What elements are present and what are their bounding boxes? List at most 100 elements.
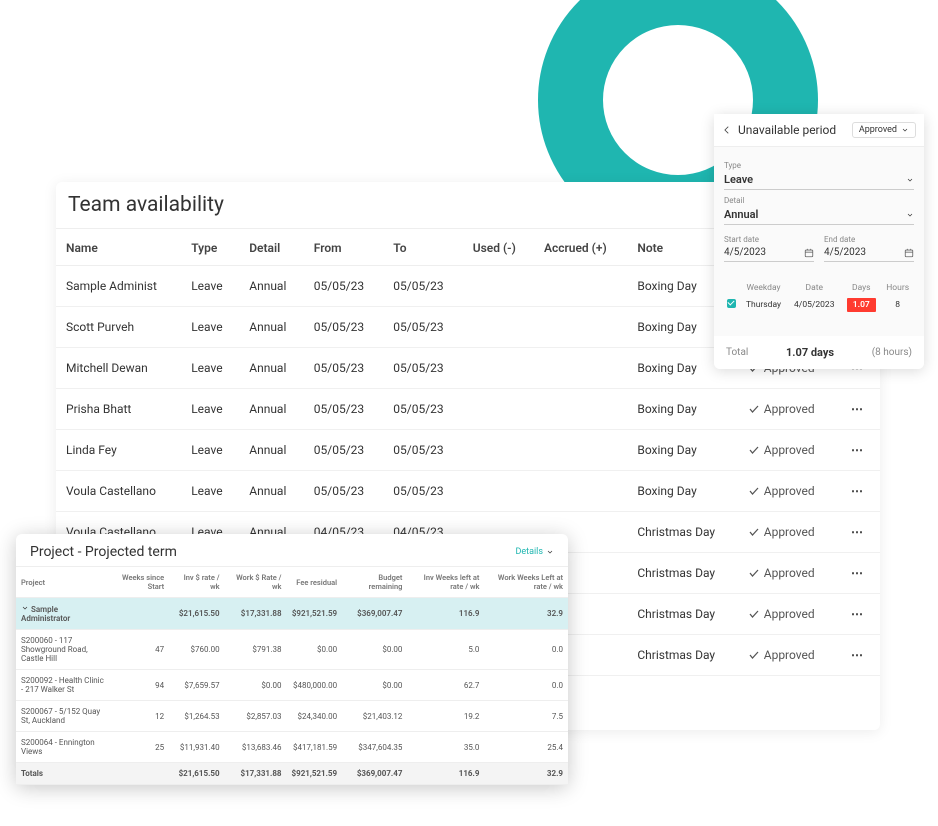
cell: $7,659.57 <box>169 670 224 701</box>
table-row: S200067 - 5/152 Quay St, Auckland12$1,26… <box>16 701 568 732</box>
type-value: Leave <box>724 173 753 186</box>
status-label: Approved <box>859 125 897 135</box>
cell: $0.00 <box>342 670 407 701</box>
cell <box>534 266 627 307</box>
end-date-input[interactable]: 4/5/2023 <box>824 244 914 262</box>
cell: Sample Administ <box>56 266 181 307</box>
cell <box>463 307 534 348</box>
cell: $13,683.46 <box>225 732 287 763</box>
start-date-input[interactable]: 4/5/2023 <box>724 244 814 262</box>
cell: 116.9 <box>407 763 484 785</box>
row-menu-button[interactable]: ⋯ <box>836 594 880 635</box>
cell: 05/05/23 <box>304 348 383 389</box>
cell: $480,000.00 <box>287 670 343 701</box>
chevron-down-icon <box>546 548 554 556</box>
avail-col: Detail <box>239 229 304 266</box>
row-days: 1.07 <box>847 298 876 312</box>
total-days: 1.07 days <box>786 346 834 359</box>
cell: $11,931.40 <box>169 732 224 763</box>
back-icon[interactable] <box>722 125 732 135</box>
cell: Prisha Bhatt <box>56 389 181 430</box>
row-menu-button[interactable]: ⋯ <box>836 471 880 512</box>
row-hours: 8 <box>881 296 914 314</box>
cell: $417,181.59 <box>287 732 343 763</box>
chevron-down-icon <box>901 126 909 134</box>
check-icon <box>748 403 760 415</box>
table-row[interactable]: Voula CastellanoLeaveAnnual05/05/2305/05… <box>56 471 880 512</box>
cell: $791.38 <box>225 630 287 670</box>
cell: Leave <box>181 389 239 430</box>
detail-select[interactable]: Annual <box>724 205 914 225</box>
cell <box>463 266 534 307</box>
cell: $24,340.00 <box>287 701 343 732</box>
cell: Annual <box>239 348 304 389</box>
cell: 05/05/23 <box>304 266 383 307</box>
cell <box>463 389 534 430</box>
status-dropdown[interactable]: Approved <box>852 122 916 138</box>
cell: 05/05/23 <box>383 430 462 471</box>
end-date-value: 4/5/2023 <box>824 247 866 258</box>
table-row: Totals$21,615.50$17,331.88$921,521.59$36… <box>16 763 568 785</box>
cell: Annual <box>239 266 304 307</box>
cell: 116.9 <box>407 598 484 630</box>
status-cell: Approved <box>738 594 836 635</box>
cell: 12 <box>110 701 169 732</box>
cell: 05/05/23 <box>383 307 462 348</box>
check-icon <box>748 608 760 620</box>
cell <box>534 348 627 389</box>
cell: $0.00 <box>342 630 407 670</box>
row-menu-button[interactable]: ⋯ <box>836 635 880 676</box>
cell: Boxing Day <box>627 471 737 512</box>
projected-header: Project - Projected term Details <box>16 534 568 566</box>
details-dropdown[interactable]: Details <box>515 547 554 557</box>
cell: Christmas Day <box>627 635 737 676</box>
cell: 32.9 <box>484 763 568 785</box>
row-date: 4/05/2023 <box>787 296 841 314</box>
cell: 05/05/23 <box>304 389 383 430</box>
total-label: Total <box>726 347 748 358</box>
table-row[interactable]: Linda FeyLeaveAnnual05/05/2305/05/23Boxi… <box>56 430 880 471</box>
chevron-down-icon[interactable] <box>21 604 29 612</box>
proj-col: Inv Weeks left at rate / wk <box>407 567 484 598</box>
table-row[interactable]: Prisha BhattLeaveAnnual05/05/2305/05/23B… <box>56 389 880 430</box>
cell: $347,604.35 <box>342 732 407 763</box>
cell: 0.0 <box>484 670 568 701</box>
cell: Boxing Day <box>627 389 737 430</box>
detail-value: Annual <box>724 208 758 221</box>
day-checkbox[interactable] <box>727 299 736 308</box>
cell <box>534 430 627 471</box>
cell: Annual <box>239 389 304 430</box>
cell: Annual <box>239 471 304 512</box>
check-icon <box>748 649 760 661</box>
cell: Leave <box>181 307 239 348</box>
row-menu-button[interactable]: ⋯ <box>836 389 880 430</box>
proj-col: Fee residual <box>287 567 343 598</box>
chevron-down-icon <box>906 211 914 219</box>
row-weekday: Thursday <box>740 296 787 314</box>
projected-table: ProjectWeeks since StartInv $ rate / wkW… <box>16 566 568 785</box>
proj-col: Inv $ rate / wk <box>169 567 224 598</box>
table-row: Sample Administrator$21,615.50$17,331.88… <box>16 598 568 630</box>
row-menu-button[interactable]: ⋯ <box>836 553 880 594</box>
detail-label: Detail <box>724 196 914 205</box>
side-panel-header: Unavailable period Approved <box>714 114 924 147</box>
type-select[interactable]: Leave <box>724 170 914 190</box>
avail-col: Accrued (+) <box>534 229 627 266</box>
status-cell: Approved <box>738 471 836 512</box>
proj-col: Budget remaining <box>342 567 407 598</box>
proj-col: Work Weeks Left at rate / wk <box>484 567 568 598</box>
col-days: Days <box>841 280 881 296</box>
page-title: Team availability <box>68 193 224 217</box>
cell: 47 <box>110 630 169 670</box>
status-cell: Approved <box>738 389 836 430</box>
details-label: Details <box>515 547 543 557</box>
cell <box>534 389 627 430</box>
table-row: S200092 - Health Clinic - 217 Walker St9… <box>16 670 568 701</box>
cell: 25.4 <box>484 732 568 763</box>
cell <box>110 598 169 630</box>
row-menu-button[interactable]: ⋯ <box>836 430 880 471</box>
cell: $21,615.50 <box>169 763 224 785</box>
row-menu-button[interactable]: ⋯ <box>836 512 880 553</box>
cell: 25 <box>110 732 169 763</box>
avail-col: Name <box>56 229 181 266</box>
